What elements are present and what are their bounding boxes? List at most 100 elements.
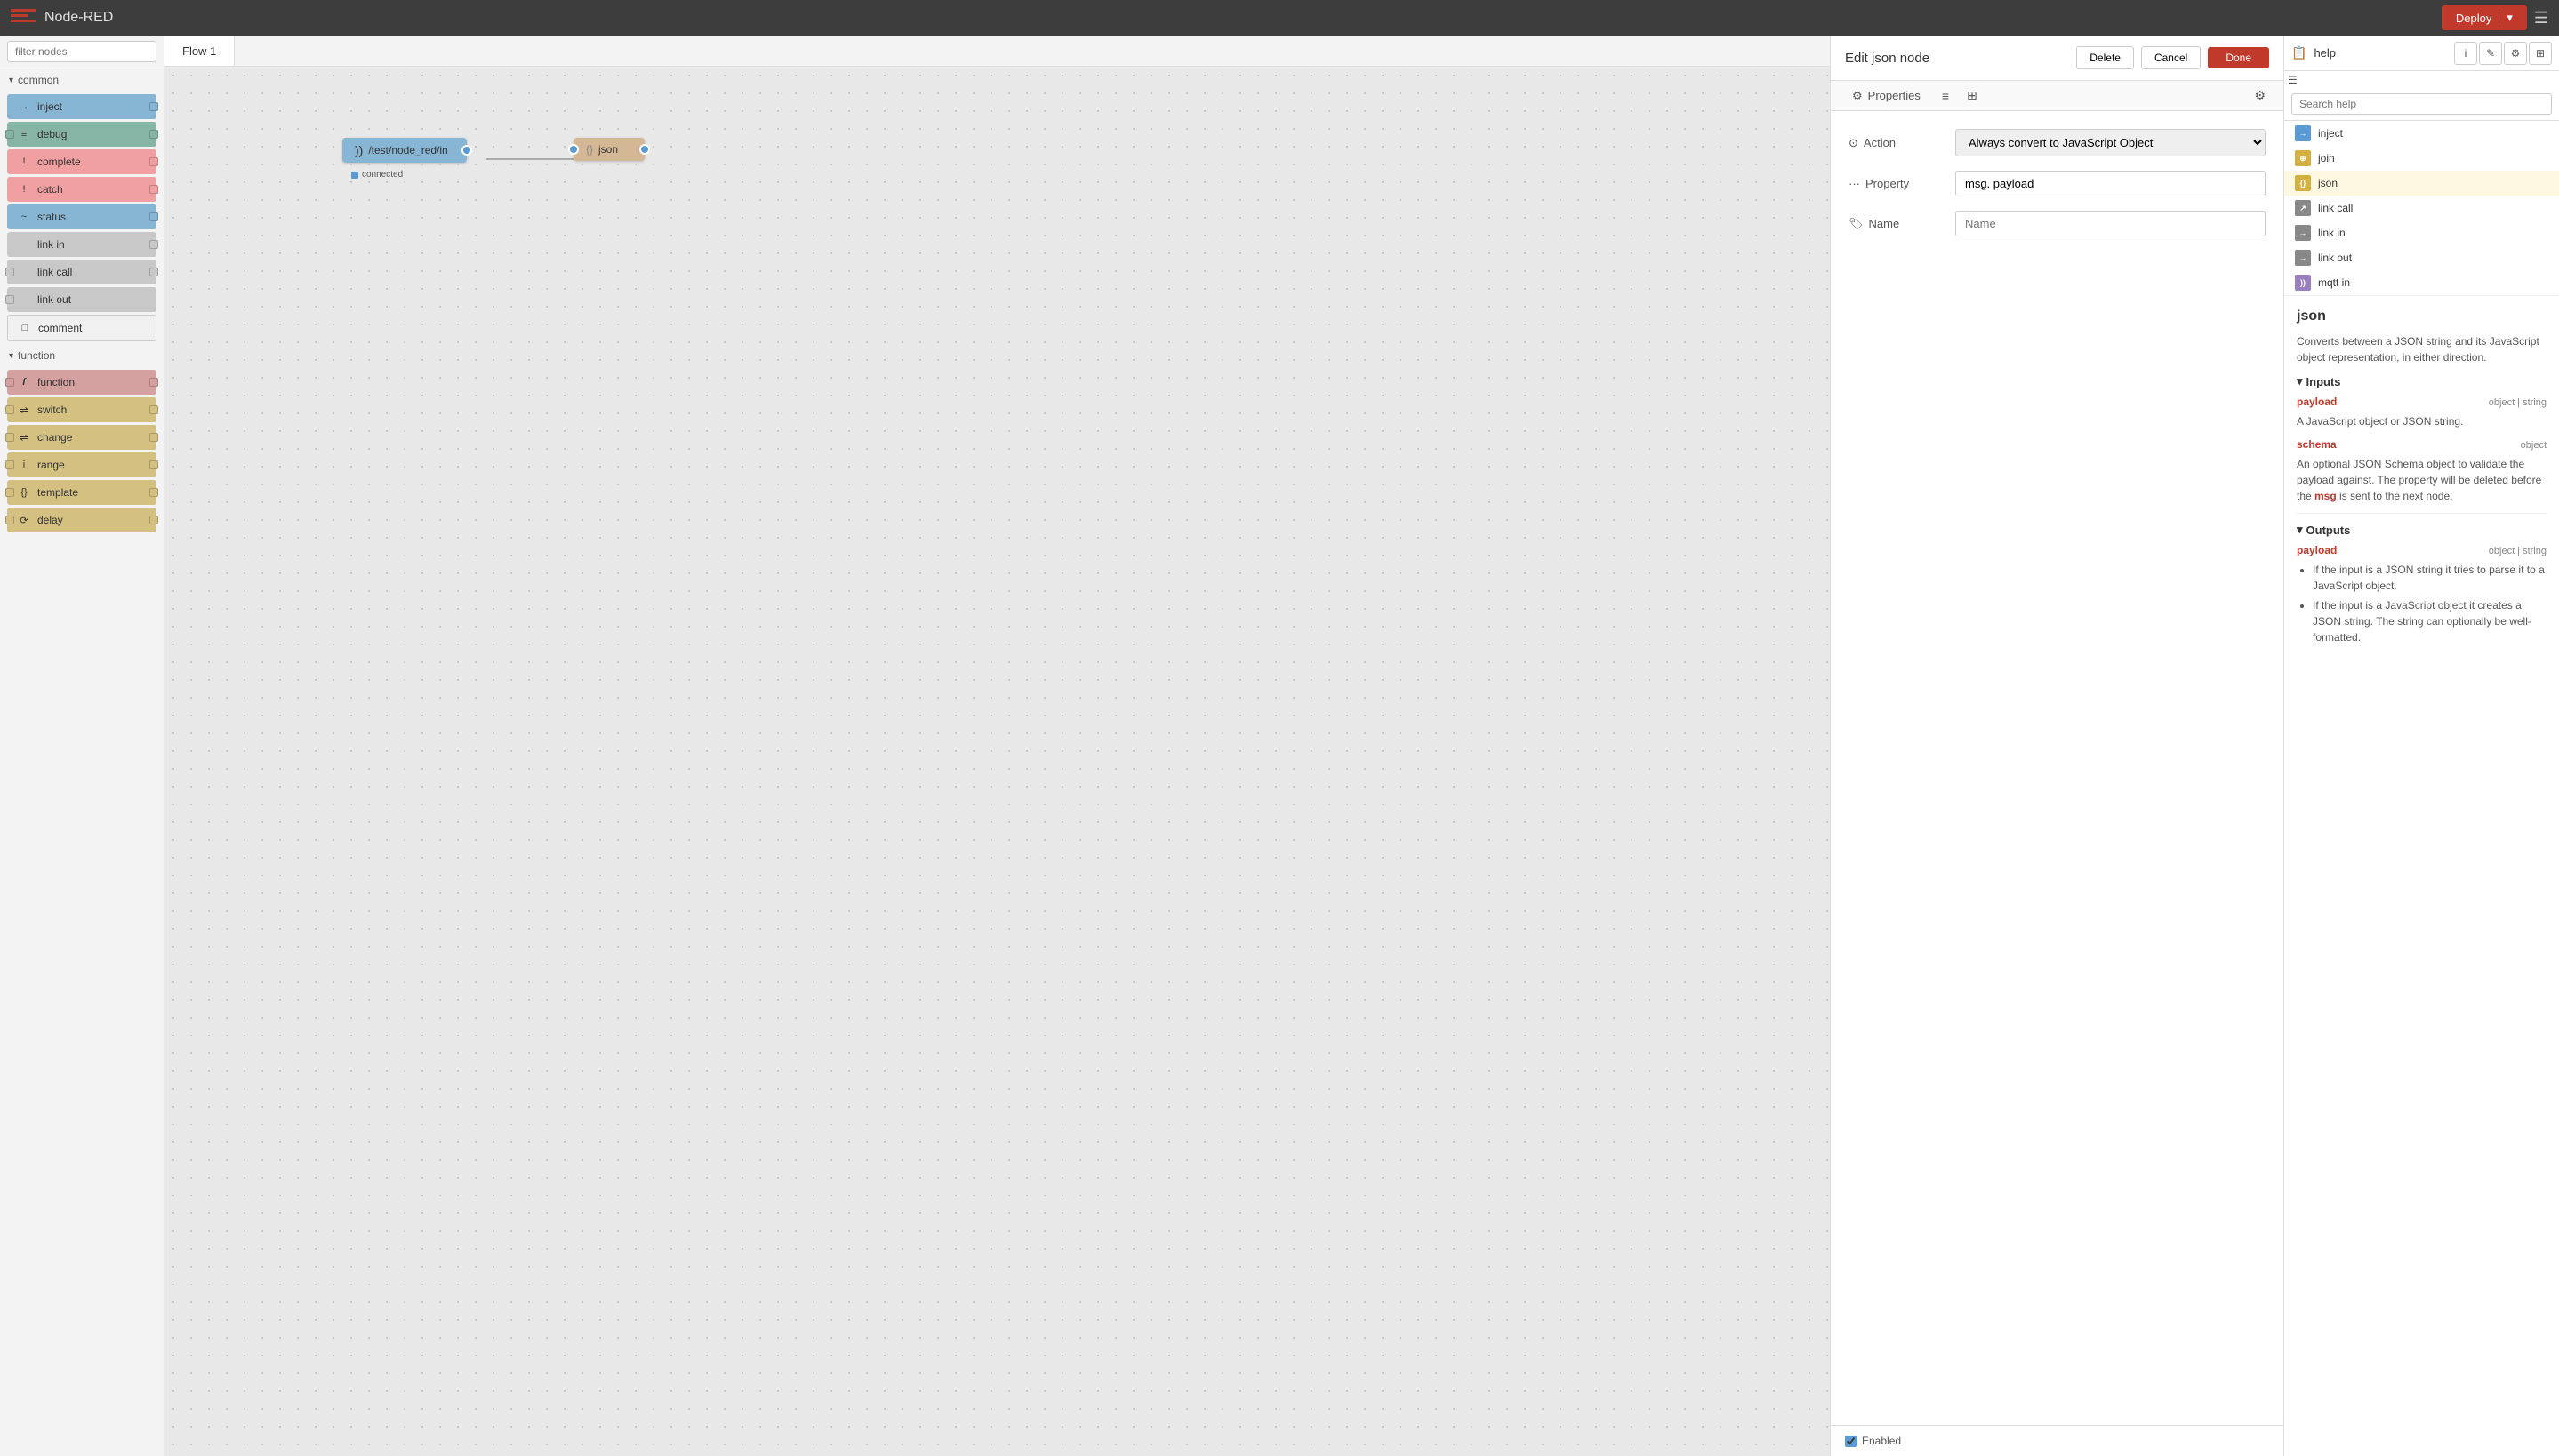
node-item-comment[interactable]: □ comment — [7, 315, 156, 341]
node-item-link-in[interactable]: link in — [7, 232, 156, 257]
node-item-range[interactable]: i range — [7, 452, 156, 477]
node-item-change[interactable]: ⇌ change — [7, 425, 156, 450]
help-info-btn[interactable]: i — [2454, 42, 2477, 65]
node-item-switch[interactable]: ⇌ switch — [7, 397, 156, 422]
connections-svg — [164, 67, 1830, 1456]
edit-panel-body: ⊙ Action Always convert to JavaScript Ob… — [1831, 111, 2283, 1425]
switch-port-left — [5, 405, 14, 414]
enabled-checkbox-label[interactable]: Enabled — [1845, 1435, 1901, 1447]
help-extra-btn[interactable]: ⊞ — [2529, 42, 2552, 65]
help-node-mqtt-in[interactable]: )) mqtt in — [2284, 270, 2559, 295]
change-port-left — [5, 433, 14, 442]
input-schema-desc: An optional JSON Schema object to valida… — [2297, 456, 2547, 504]
range-port-right — [149, 460, 158, 469]
filter-nodes-input[interactable] — [7, 41, 156, 62]
help-input-schema-row: schema object — [2297, 438, 2547, 451]
topbar-left: Node-RED — [11, 9, 113, 27]
node-item-delay[interactable]: ⟳ delay — [7, 508, 156, 532]
app-title: Node-RED — [44, 10, 113, 26]
node-item-link-out[interactable]: link out — [7, 287, 156, 312]
action-select[interactable]: Always convert to JavaScript Object Alwa… — [1955, 129, 2266, 156]
node-item-inject[interactable]: → inject — [7, 94, 156, 119]
json-badge: {} — [2295, 175, 2311, 191]
enabled-label: Enabled — [1862, 1435, 1901, 1447]
output-payload-type: object | string — [2489, 546, 2547, 556]
change-icon: ⇌ — [16, 429, 32, 445]
enabled-checkbox[interactable] — [1845, 1436, 1857, 1447]
template-icon: {} — [16, 484, 32, 500]
input-schema-type: object — [2521, 440, 2547, 451]
form-row-property: ··· Property — [1849, 171, 2266, 196]
flow-tab-1[interactable]: Flow 1 — [164, 36, 235, 66]
tab-description[interactable]: ≡ — [1935, 82, 1956, 110]
cancel-button[interactable]: Cancel — [2141, 46, 2201, 69]
help-node-join[interactable]: ⊕ join — [2284, 146, 2559, 171]
link-out-badge: → — [2295, 250, 2311, 266]
property-icon: ··· — [1849, 177, 1860, 190]
help-search-container — [2284, 88, 2559, 121]
property-input[interactable] — [1955, 171, 2266, 196]
menu-button[interactable]: ☰ — [2534, 9, 2548, 28]
name-input[interactable] — [1955, 211, 2266, 236]
properties-label-text: Properties — [1868, 89, 1921, 102]
json-node-label: json — [2318, 177, 2338, 189]
node-label-debug: debug — [37, 128, 67, 140]
delete-button[interactable]: Delete — [2076, 46, 2134, 69]
help-settings-btn[interactable]: ⚙ — [2504, 42, 2527, 65]
range-port-left — [5, 460, 14, 469]
canvas-node-mqtt[interactable]: )) /test/node_red/in — [342, 138, 467, 163]
node-item-complete[interactable]: ! complete — [7, 149, 156, 174]
help-node-json[interactable]: {} json — [2284, 171, 2559, 196]
section-function[interactable]: ▾ function — [0, 344, 164, 367]
node-label-template: template — [37, 486, 78, 499]
status-dot — [351, 172, 358, 179]
inputs-arrow: ▾ — [2297, 374, 2303, 388]
action-label: ⊙ Action — [1849, 136, 1955, 150]
node-item-debug[interactable]: ≡ debug — [7, 122, 156, 147]
help-panel-title: help — [2314, 46, 2451, 60]
node-label-function: function — [37, 376, 75, 388]
section-common[interactable]: ▾ common — [0, 68, 164, 92]
node-label-range: range — [37, 459, 65, 471]
input-payload-type: object | string — [2489, 397, 2547, 408]
settings-icon[interactable]: ⚙ — [2247, 81, 2273, 110]
link-call-node-label: link call — [2318, 202, 2353, 214]
help-edit-btn[interactable]: ✎ — [2479, 42, 2502, 65]
help-list-btn[interactable]: ☰ — [2284, 71, 2559, 88]
input-payload-name: payload — [2297, 396, 2337, 408]
action-label-text: Action — [1864, 136, 1896, 149]
help-search-input[interactable] — [2291, 93, 2552, 115]
tab-appearance[interactable]: ⊞ — [1960, 81, 1985, 110]
complete-icon: ! — [16, 154, 32, 170]
input-schema-name: schema — [2297, 438, 2337, 451]
inject-port-right — [149, 102, 158, 111]
help-node-link-out[interactable]: → link out — [2284, 245, 2559, 270]
edit-panel-actions: Delete Cancel Done — [2076, 46, 2269, 69]
output-payload-bullets: If the input is a JSON string it tries t… — [2297, 562, 2547, 645]
help-node-list: ☰ → inject ⊕ join {} json ↗ link call — [2284, 71, 2559, 296]
canvas-node-json[interactable]: {} json — [574, 138, 645, 161]
help-output-payload-row: payload object | string — [2297, 544, 2547, 556]
deploy-button[interactable]: Deploy ▾ — [2442, 5, 2527, 30]
node-item-template[interactable]: {} template — [7, 480, 156, 505]
help-node-inject[interactable]: → inject — [2284, 121, 2559, 146]
help-node-title: json — [2297, 308, 2547, 324]
flow-canvas[interactable]: )) /test/node_red/in {} json connected — [164, 67, 1830, 1456]
help-node-link-in[interactable]: → link in — [2284, 220, 2559, 245]
node-item-link-call[interactable]: link call — [7, 260, 156, 284]
delay-port-right — [149, 516, 158, 524]
delay-icon: ⟳ — [16, 512, 32, 528]
node-item-status[interactable]: ~ status — [7, 204, 156, 229]
section-common-arrow: ▾ — [9, 76, 13, 85]
node-item-catch[interactable]: ! catch — [7, 177, 156, 202]
help-node-link-call[interactable]: ↗ link call — [2284, 196, 2559, 220]
done-button[interactable]: Done — [2208, 47, 2269, 68]
node-item-function[interactable]: f function — [7, 370, 156, 395]
properties-gear-icon: ⚙ — [1852, 89, 1863, 103]
range-icon: i — [16, 457, 32, 473]
link-in-node-label: link in — [2318, 227, 2346, 239]
topbar: Node-RED Deploy ▾ ☰ — [0, 0, 2559, 36]
properties-tab[interactable]: ⚙ Properties — [1841, 82, 1931, 110]
help-divider — [2297, 513, 2547, 514]
debug-icon: ≡ — [16, 126, 32, 142]
